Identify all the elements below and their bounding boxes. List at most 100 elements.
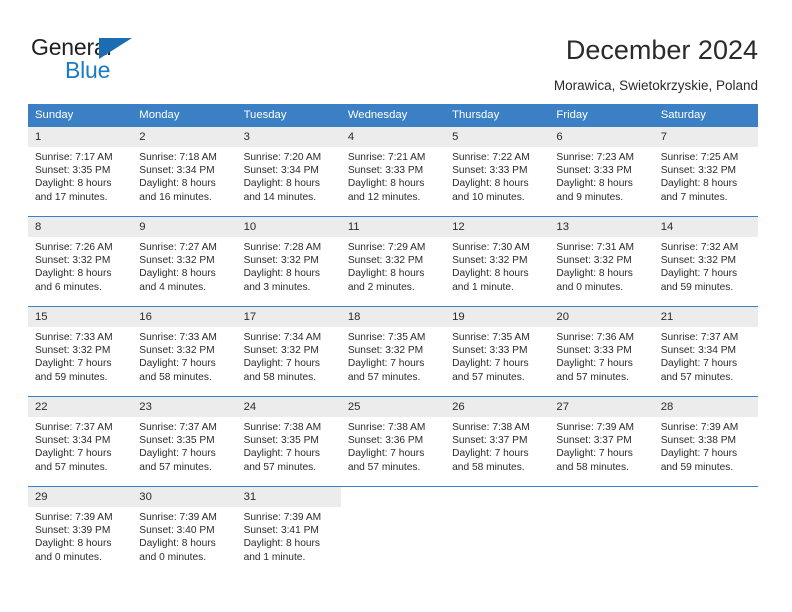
day-cell[interactable]: Sunrise: 7:27 AM Sunset: 3:32 PM Dayligh…	[132, 237, 236, 306]
day-number[interactable]: 22	[28, 397, 132, 417]
day-number[interactable]: 5	[445, 127, 549, 147]
day-number[interactable]: 19	[445, 307, 549, 327]
sunset-text: Sunset: 3:32 PM	[660, 255, 737, 267]
brand-logo[interactable]: General Blue	[31, 34, 211, 86]
day-number[interactable]: 28	[654, 397, 758, 417]
day-cell[interactable]: Sunrise: 7:29 AM Sunset: 3:32 PM Dayligh…	[341, 237, 445, 306]
daylight-text-cont: and 0 minutes.	[35, 551, 102, 563]
sunrise-text: Sunrise: 7:33 AM	[35, 332, 113, 343]
daylight-text: Daylight: 8 hours	[556, 268, 633, 280]
day-number[interactable]: 20	[549, 307, 653, 327]
day-cell[interactable]: Sunrise: 7:38 AM Sunset: 3:35 PM Dayligh…	[237, 417, 341, 486]
day-cell[interactable]: Sunrise: 7:39 AM Sunset: 3:39 PM Dayligh…	[28, 507, 132, 576]
daylight-text-cont: and 14 minutes.	[243, 191, 317, 203]
day-cell[interactable]: Sunrise: 7:20 AM Sunset: 3:34 PM Dayligh…	[237, 147, 341, 216]
sunrise-text: Sunrise: 7:20 AM	[243, 152, 322, 163]
calendar-grid: Sunday Monday Tuesday Wednesday Thursday…	[28, 104, 758, 576]
day-cell[interactable]: Sunrise: 7:37 AM Sunset: 3:34 PM Dayligh…	[28, 417, 132, 486]
day-number[interactable]: 21	[654, 307, 758, 327]
day-cell[interactable]: Sunrise: 7:33 AM Sunset: 3:32 PM Dayligh…	[132, 327, 236, 396]
day-cell[interactable]: Sunrise: 7:25 AM Sunset: 3:32 PM Dayligh…	[654, 147, 758, 216]
daylight-text-cont: and 2 minutes.	[347, 281, 415, 293]
day-cell-empty	[549, 507, 653, 576]
day-cell[interactable]: Sunrise: 7:39 AM Sunset: 3:37 PM Dayligh…	[549, 417, 653, 486]
week-date-band: 15 16 17 18 19 20 21	[28, 307, 758, 327]
day-number[interactable]: 16	[132, 307, 236, 327]
day-number[interactable]: 23	[132, 397, 236, 417]
sunset-text: Sunset: 3:37 PM	[556, 435, 632, 447]
day-number[interactable]: 27	[549, 397, 653, 417]
day-number[interactable]: 26	[445, 397, 549, 417]
daylight-text: Daylight: 8 hours	[660, 178, 738, 190]
day-cell[interactable]: Sunrise: 7:18 AM Sunset: 3:34 PM Dayligh…	[132, 147, 236, 216]
day-number[interactable]: 9	[132, 217, 236, 237]
day-cell[interactable]: Sunrise: 7:23 AM Sunset: 3:33 PM Dayligh…	[549, 147, 653, 216]
daylight-text-cont: and 16 minutes.	[139, 191, 212, 203]
day-cell[interactable]: Sunrise: 7:38 AM Sunset: 3:37 PM Dayligh…	[445, 417, 549, 486]
day-number[interactable]: 25	[341, 397, 445, 417]
day-cell[interactable]: Sunrise: 7:30 AM Sunset: 3:32 PM Dayligh…	[445, 237, 549, 306]
daylight-text: Daylight: 7 hours	[347, 358, 425, 370]
day-cell[interactable]: Sunrise: 7:26 AM Sunset: 3:32 PM Dayligh…	[28, 237, 132, 306]
day-number[interactable]: 15	[28, 307, 132, 327]
day-number[interactable]: 1	[28, 127, 132, 147]
daylight-text: Daylight: 7 hours	[35, 358, 112, 370]
day-number[interactable]: 13	[549, 217, 653, 237]
day-number[interactable]: 7	[654, 127, 758, 147]
sunset-text: Sunset: 3:32 PM	[347, 345, 424, 357]
day-number[interactable]: 29	[28, 487, 132, 507]
day-cell[interactable]: Sunrise: 7:36 AM Sunset: 3:33 PM Dayligh…	[549, 327, 653, 396]
day-cell[interactable]: Sunrise: 7:37 AM Sunset: 3:35 PM Dayligh…	[132, 417, 236, 486]
day-cell[interactable]: Sunrise: 7:35 AM Sunset: 3:32 PM Dayligh…	[341, 327, 445, 396]
day-cell[interactable]: Sunrise: 7:28 AM Sunset: 3:32 PM Dayligh…	[237, 237, 341, 306]
sunset-text: Sunset: 3:32 PM	[347, 255, 424, 267]
day-cell[interactable]: Sunrise: 7:21 AM Sunset: 3:33 PM Dayligh…	[341, 147, 445, 216]
day-number[interactable]: 12	[445, 217, 549, 237]
day-number[interactable]: 24	[237, 397, 341, 417]
day-number[interactable]: 10	[237, 217, 341, 237]
day-number[interactable]: 4	[341, 127, 445, 147]
day-number[interactable]: 2	[132, 127, 236, 147]
day-cell[interactable]: Sunrise: 7:35 AM Sunset: 3:33 PM Dayligh…	[445, 327, 549, 396]
day-cell[interactable]: Sunrise: 7:37 AM Sunset: 3:34 PM Dayligh…	[654, 327, 758, 396]
sunrise-text: Sunrise: 7:37 AM	[660, 332, 739, 343]
day-number[interactable]: 31	[237, 487, 341, 507]
sunset-text: Sunset: 3:41 PM	[243, 525, 319, 537]
day-cell[interactable]: Sunrise: 7:31 AM Sunset: 3:32 PM Dayligh…	[549, 237, 653, 306]
brand-name-blue: Blue	[65, 57, 111, 83]
day-cell[interactable]: Sunrise: 7:38 AM Sunset: 3:36 PM Dayligh…	[341, 417, 445, 486]
day-cell[interactable]: Sunrise: 7:32 AM Sunset: 3:32 PM Dayligh…	[654, 237, 758, 306]
sunrise-text: Sunrise: 7:38 AM	[452, 422, 530, 433]
day-number[interactable]: 11	[341, 217, 445, 237]
day-number[interactable]: 3	[237, 127, 341, 147]
sunset-text: Sunset: 3:32 PM	[35, 255, 111, 267]
day-cell[interactable]: Sunrise: 7:39 AM Sunset: 3:41 PM Dayligh…	[237, 507, 341, 576]
daylight-text: Daylight: 8 hours	[243, 538, 321, 550]
day-number[interactable]: 30	[132, 487, 236, 507]
dow-monday: Monday	[139, 109, 180, 121]
day-cell[interactable]: Sunrise: 7:33 AM Sunset: 3:32 PM Dayligh…	[28, 327, 132, 396]
week-date-band: 22 23 24 25 26 27 28	[28, 397, 758, 417]
day-number[interactable]: 6	[549, 127, 653, 147]
sunset-text: Sunset: 3:33 PM	[556, 165, 632, 177]
daylight-text-cont: and 59 minutes.	[660, 281, 734, 293]
daylight-text-cont: and 4 minutes.	[139, 281, 207, 293]
sunrise-text: Sunrise: 7:23 AM	[556, 152, 634, 163]
sunrise-text: Sunrise: 7:21 AM	[347, 152, 426, 163]
day-number[interactable]: 14	[654, 217, 758, 237]
daylight-text-cont: and 57 minutes.	[660, 371, 734, 383]
day-cell[interactable]: Sunrise: 7:22 AM Sunset: 3:33 PM Dayligh…	[445, 147, 549, 216]
day-cell[interactable]: Sunrise: 7:39 AM Sunset: 3:38 PM Dayligh…	[654, 417, 758, 486]
dow-friday: Friday	[556, 109, 588, 121]
page-title: December 2024	[565, 35, 758, 65]
dow-saturday: Saturday	[660, 109, 706, 121]
day-number[interactable]: 17	[237, 307, 341, 327]
day-cell[interactable]: Sunrise: 7:39 AM Sunset: 3:40 PM Dayligh…	[132, 507, 236, 576]
day-number[interactable]: 18	[341, 307, 445, 327]
day-cell[interactable]: Sunrise: 7:17 AM Sunset: 3:35 PM Dayligh…	[28, 147, 132, 216]
daylight-text: Daylight: 7 hours	[139, 358, 216, 370]
sunset-text: Sunset: 3:34 PM	[35, 435, 111, 447]
sunrise-text: Sunrise: 7:17 AM	[35, 152, 113, 163]
day-cell[interactable]: Sunrise: 7:34 AM Sunset: 3:32 PM Dayligh…	[237, 327, 341, 396]
day-number[interactable]: 8	[28, 217, 132, 237]
